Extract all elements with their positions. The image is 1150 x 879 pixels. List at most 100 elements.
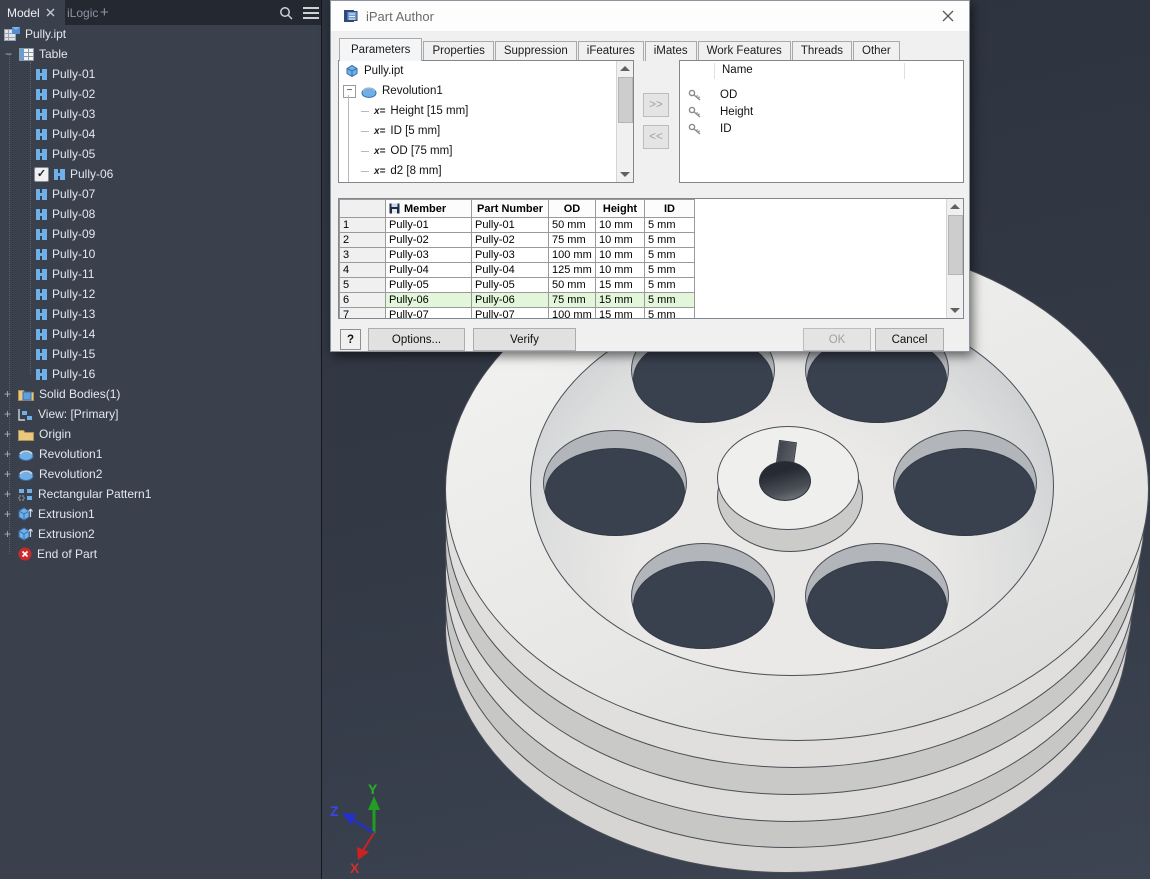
- tree-item-root[interactable]: Pully.ipt: [4, 24, 66, 44]
- tree-member-row[interactable]: Pully-05: [36, 144, 95, 164]
- close-icon[interactable]: [46, 8, 55, 17]
- tree-scrollbar[interactable]: [616, 61, 633, 182]
- ok-button[interactable]: OK: [803, 328, 871, 351]
- add-tab-icon[interactable]: +: [100, 0, 109, 25]
- selected-parameters-panel[interactable]: Name OD Height ID: [679, 60, 964, 183]
- dlg-param-row[interactable]: x=d2 [8 mm]: [361, 161, 442, 181]
- height-header[interactable]: Height: [596, 200, 645, 218]
- tab-imates[interactable]: iMates: [645, 41, 697, 61]
- tree-member-row[interactable]: Pully-08: [36, 204, 95, 224]
- tree-item-end-of-part[interactable]: End of Part: [2, 544, 97, 564]
- orientation-triad: Y Z X: [322, 772, 432, 877]
- tab-ifeatures[interactable]: iFeatures: [578, 41, 644, 61]
- scroll-up-icon[interactable]: [620, 66, 630, 71]
- expand-icon[interactable]: +: [2, 527, 13, 541]
- scroll-down-icon[interactable]: [620, 172, 630, 177]
- scroll-thumb[interactable]: [618, 77, 633, 123]
- table-scrollbar[interactable]: [946, 199, 963, 318]
- tree-item-extrusion1[interactable]: + Extrusion1: [2, 504, 95, 524]
- tree-member-row[interactable]: Pully-02: [36, 84, 95, 104]
- dlg-tree-feature[interactable]: − Revolution1: [343, 81, 443, 101]
- expand-icon[interactable]: +: [2, 387, 13, 401]
- part-number-header[interactable]: Part Number: [472, 200, 549, 218]
- key-icon: [688, 123, 702, 135]
- expand-icon[interactable]: +: [2, 447, 13, 461]
- expand-icon[interactable]: +: [2, 507, 13, 521]
- scroll-thumb[interactable]: [948, 215, 963, 275]
- tree-member-row-checked[interactable]: ✓ Pully-06: [34, 164, 113, 184]
- search-icon[interactable]: [279, 6, 293, 20]
- tab-work-features[interactable]: Work Features: [698, 41, 791, 61]
- table-row[interactable]: 7 Pully-07 Pully-07 100 mm 15 mm 5 mm: [340, 308, 695, 320]
- tree-item-rectangular-pattern1[interactable]: + Rectangular Pattern1: [2, 484, 151, 504]
- remove-parameter-button[interactable]: <<: [643, 125, 669, 149]
- menu-icon[interactable]: [303, 7, 319, 19]
- parameter-tree-panel[interactable]: Pully.ipt − Revolution1 x=Height [15 mm]…: [338, 60, 634, 183]
- table-row[interactable]: 3 Pully-03 Pully-03 100 mm 10 mm 5 mm: [340, 248, 695, 263]
- tree-member-row[interactable]: Pully-16: [36, 364, 95, 384]
- member-header[interactable]: Member: [386, 200, 472, 218]
- tree-member-row[interactable]: Pully-10: [36, 244, 95, 264]
- tree-member-row[interactable]: Pully-13: [36, 304, 95, 324]
- expand-icon[interactable]: +: [2, 407, 13, 421]
- dlg-param-row[interactable]: x=ID [5 mm]: [361, 121, 440, 141]
- table-row[interactable]: 5 Pully-05 Pully-05 50 mm 15 mm 5 mm: [340, 278, 695, 293]
- table-row-highlighted[interactable]: 6 Pully-06 Pully-06 75 mm 15 mm 5 mm: [340, 293, 695, 308]
- tab-model[interactable]: Model: [0, 0, 65, 25]
- tree-member-row[interactable]: Pully-09: [36, 224, 95, 244]
- collapse-icon[interactable]: −: [3, 47, 14, 61]
- table-row[interactable]: 2 Pully-02 Pully-02 75 mm 10 mm 5 mm: [340, 233, 695, 248]
- expand-icon[interactable]: +: [2, 467, 13, 481]
- tab-threads[interactable]: Threads: [792, 41, 852, 61]
- tab-suppression[interactable]: Suppression: [495, 41, 577, 61]
- expand-icon[interactable]: +: [2, 487, 13, 501]
- tree-member-row[interactable]: Pully-11: [36, 264, 94, 284]
- tree-member-row[interactable]: Pully-14: [36, 324, 95, 344]
- tab-ilogic[interactable]: iLogic: [62, 0, 98, 25]
- add-parameter-button[interactable]: >>: [643, 93, 669, 117]
- verify-button[interactable]: Verify: [473, 328, 576, 351]
- browser-tab-bar: Model iLogic +: [0, 0, 321, 25]
- collapse-box-icon[interactable]: −: [343, 85, 356, 98]
- tree-member-row[interactable]: Pully-04: [36, 124, 95, 144]
- checkbox-checked[interactable]: ✓: [34, 167, 49, 182]
- dialog-titlebar[interactable]: iPart Author: [331, 1, 969, 31]
- table-row[interactable]: 1 Pully-01 Pully-01 50 mm 10 mm 5 mm: [340, 218, 695, 233]
- tree-item-table[interactable]: − Table: [3, 44, 68, 64]
- dlg-tree-root[interactable]: Pully.ipt: [345, 61, 403, 81]
- scroll-up-icon[interactable]: [950, 204, 960, 209]
- table-row[interactable]: 4 Pully-04 Pully-04 125 mm 10 mm 5 mm: [340, 263, 695, 278]
- member-table[interactable]: Member Part Number OD Height ID 1 Pully-…: [339, 199, 695, 319]
- tab-parameters[interactable]: Parameters: [339, 38, 422, 61]
- tree-item-revolution1[interactable]: + Revolution1: [2, 444, 102, 464]
- ipart-member-icon: [36, 148, 47, 161]
- tree-item-extrusion2[interactable]: + Extrusion2: [2, 524, 95, 544]
- tab-properties[interactable]: Properties: [423, 41, 493, 61]
- dlg-param-row[interactable]: x=Height [15 mm]: [361, 101, 468, 121]
- parameter-icon: x=: [374, 146, 385, 157]
- dlg-param-row[interactable]: x=d1 [5 mm]: [361, 180, 442, 183]
- od-header[interactable]: OD: [549, 200, 596, 218]
- expand-icon[interactable]: +: [2, 427, 13, 441]
- name-list-row[interactable]: ID: [688, 119, 732, 139]
- id-header[interactable]: ID: [645, 200, 695, 218]
- tree-item-revolution2[interactable]: + Revolution2: [2, 464, 102, 484]
- member-table-panel[interactable]: Member Part Number OD Height ID 1 Pully-…: [338, 198, 964, 319]
- tree-item-view-primary[interactable]: + View: [Primary]: [2, 404, 118, 424]
- tree-member-row[interactable]: Pully-12: [36, 284, 95, 304]
- help-button[interactable]: ?: [340, 329, 361, 350]
- options-button[interactable]: Options...: [368, 328, 465, 351]
- tree-member-row[interactable]: Pully-01: [36, 64, 95, 84]
- cancel-button[interactable]: Cancel: [875, 328, 944, 351]
- scroll-down-icon[interactable]: [950, 308, 960, 313]
- tree-item-origin[interactable]: + Origin: [2, 424, 71, 444]
- tab-other[interactable]: Other: [853, 41, 900, 61]
- table-icon: [19, 48, 34, 61]
- dialog-close-icon[interactable]: [941, 9, 955, 23]
- tree-member-row[interactable]: Pully-15: [36, 344, 95, 364]
- tree-item-solid-bodies[interactable]: + Solid Bodies(1): [2, 384, 120, 404]
- tree-member-row[interactable]: Pully-07: [36, 184, 95, 204]
- tree-member-row[interactable]: Pully-03: [36, 104, 95, 124]
- corner-header-cell: [340, 200, 386, 218]
- dlg-param-row[interactable]: x=OD [75 mm]: [361, 141, 452, 161]
